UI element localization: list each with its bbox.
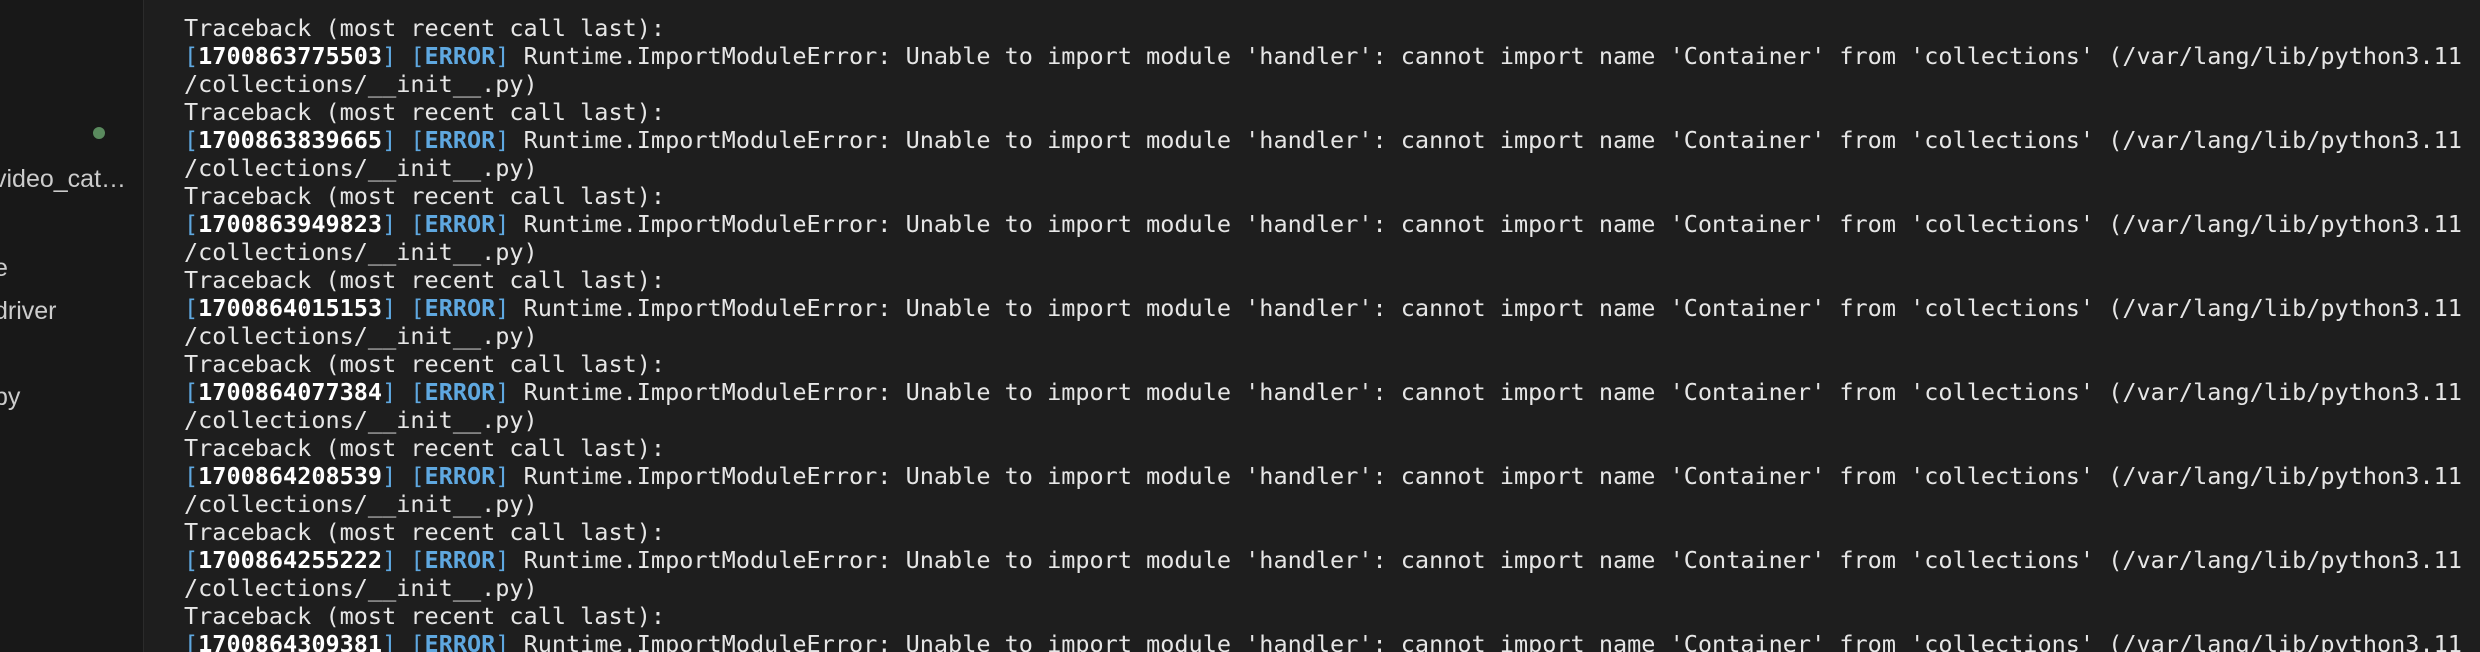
error-message: Runtime.ImportModuleError: Unable to imp… [523, 294, 2462, 322]
path-continuation-line: /collections/__init__.py) [184, 406, 538, 434]
level-bracket-open: [ [410, 42, 425, 70]
log-level-badge: ERROR [424, 462, 496, 490]
error-line: [1700864208539] [ERROR] Runtime.ImportMo… [184, 462, 2480, 490]
sidebar-item-py[interactable]: py [0, 382, 20, 412]
explorer-sidebar: video_cat… e driver py [0, 0, 144, 652]
bracket-close: ] [382, 378, 411, 406]
path-continuation-line: /collections/__init__.py) [184, 574, 538, 602]
bracket-open: [ [184, 462, 199, 490]
level-bracket-open: [ [410, 126, 425, 154]
level-bracket-open: [ [410, 630, 425, 652]
path-continuation-line: /collections/__init__.py) [184, 490, 538, 518]
level-bracket-open: [ [410, 294, 425, 322]
bracket-open: [ [184, 630, 199, 652]
level-bracket-close: ] [495, 378, 524, 406]
error-message: Runtime.ImportModuleError: Unable to imp… [523, 210, 2462, 238]
level-bracket-close: ] [495, 630, 524, 652]
log-timestamp: 1700864015153 [198, 294, 383, 322]
sidebar-item-e[interactable]: e [0, 253, 8, 283]
traceback-line: Traceback (most recent call last): [184, 14, 666, 42]
path-continuation-line: /collections/__init__.py) [184, 238, 538, 266]
traceback-line: Traceback (most recent call last): [184, 602, 666, 630]
error-line: [1700864077384] [ERROR] Runtime.ImportMo… [184, 378, 2480, 406]
level-bracket-open: [ [410, 462, 425, 490]
error-message: Runtime.ImportModuleError: Unable to imp… [523, 462, 2462, 490]
log-timestamp: 1700864077384 [198, 378, 383, 406]
error-line: [1700864309381] [ERROR] Runtime.ImportMo… [184, 630, 2480, 652]
level-bracket-close: ] [495, 42, 524, 70]
log-level-badge: ERROR [424, 42, 496, 70]
log-level-badge: ERROR [424, 294, 496, 322]
log-timestamp: 1700864208539 [198, 462, 383, 490]
bracket-close: ] [382, 294, 411, 322]
level-bracket-close: ] [495, 210, 524, 238]
bracket-open: [ [184, 546, 199, 574]
log-timestamp: 1700863775503 [198, 42, 383, 70]
log-timestamp: 1700864255222 [198, 546, 383, 574]
traceback-line: Traceback (most recent call last): [184, 182, 666, 210]
log-level-badge: ERROR [424, 126, 496, 154]
error-message: Runtime.ImportModuleError: Unable to imp… [523, 42, 2462, 70]
level-bracket-open: [ [410, 210, 425, 238]
sidebar-item-driver[interactable]: driver [0, 296, 57, 326]
level-bracket-close: ] [495, 546, 524, 574]
terminal-output: Traceback (most recent call last): [17008… [184, 14, 2480, 652]
terminal-panel[interactable]: Traceback (most recent call last): [17008… [144, 0, 2480, 652]
log-level-badge: ERROR [424, 210, 496, 238]
bracket-close: ] [382, 462, 411, 490]
bracket-open: [ [184, 126, 199, 154]
log-timestamp: 1700864309381 [198, 630, 383, 652]
traceback-line: Traceback (most recent call last): [184, 98, 666, 126]
level-bracket-open: [ [410, 546, 425, 574]
bracket-open: [ [184, 210, 199, 238]
error-line: [1700863949823] [ERROR] Runtime.ImportMo… [184, 210, 2480, 238]
path-continuation-line: /collections/__init__.py) [184, 154, 538, 182]
level-bracket-close: ] [495, 126, 524, 154]
editor-window: video_cat… e driver py Traceback (most r… [0, 0, 2480, 652]
bracket-close: ] [382, 546, 411, 574]
error-message: Runtime.ImportModuleError: Unable to imp… [523, 126, 2462, 154]
bracket-close: ] [382, 126, 411, 154]
level-bracket-close: ] [495, 294, 524, 322]
bracket-open: [ [184, 294, 199, 322]
sidebar-item-video-cat[interactable]: video_cat… [0, 164, 126, 194]
bracket-open: [ [184, 42, 199, 70]
level-bracket-close: ] [495, 462, 524, 490]
error-line: [1700864015153] [ERROR] Runtime.ImportMo… [184, 294, 2480, 322]
log-level-badge: ERROR [424, 378, 496, 406]
path-continuation-line: /collections/__init__.py) [184, 322, 538, 350]
log-timestamp: 1700863839665 [198, 126, 383, 154]
traceback-line: Traceback (most recent call last): [184, 350, 666, 378]
bracket-close: ] [382, 630, 411, 652]
traceback-line: Traceback (most recent call last): [184, 518, 666, 546]
level-bracket-open: [ [410, 378, 425, 406]
path-continuation-line: /collections/__init__.py) [184, 70, 538, 98]
log-timestamp: 1700863949823 [198, 210, 383, 238]
error-line: [1700863839665] [ERROR] Runtime.ImportMo… [184, 126, 2480, 154]
traceback-line: Traceback (most recent call last): [184, 434, 666, 462]
error-line: [1700863775503] [ERROR] Runtime.ImportMo… [184, 42, 2480, 70]
bracket-close: ] [382, 42, 411, 70]
bracket-open: [ [184, 378, 199, 406]
log-level-badge: ERROR [424, 630, 496, 652]
error-line: [1700864255222] [ERROR] Runtime.ImportMo… [184, 546, 2480, 574]
bracket-close: ] [382, 210, 411, 238]
error-message: Runtime.ImportModuleError: Unable to imp… [523, 378, 2462, 406]
modified-indicator-dot [93, 127, 105, 139]
error-message: Runtime.ImportModuleError: Unable to imp… [523, 546, 2462, 574]
error-message: Runtime.ImportModuleError: Unable to imp… [523, 630, 2462, 652]
log-level-badge: ERROR [424, 546, 496, 574]
traceback-line: Traceback (most recent call last): [184, 266, 666, 294]
